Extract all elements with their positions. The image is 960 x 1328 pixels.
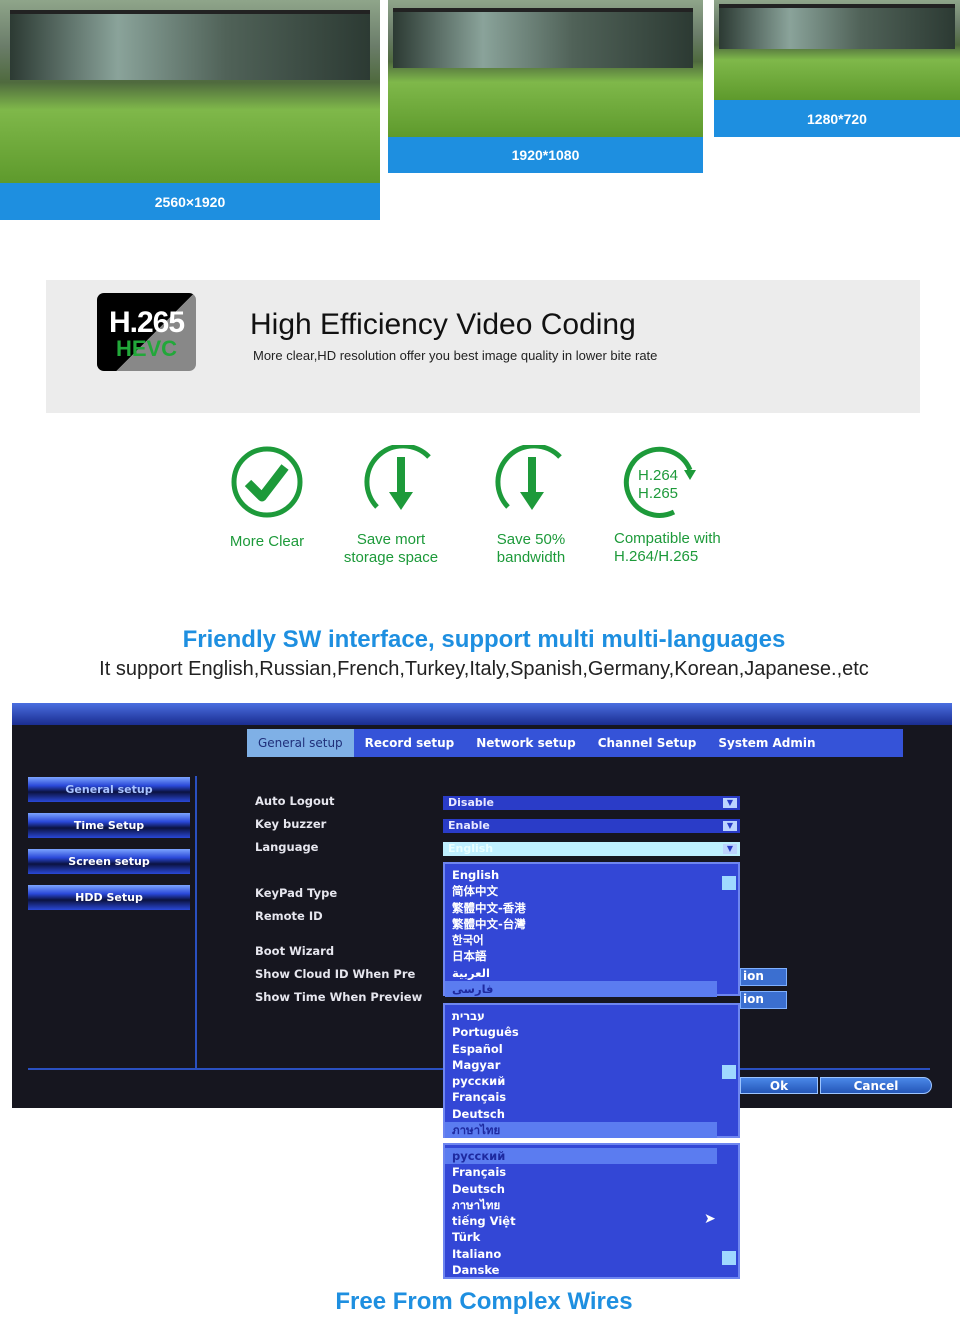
feature-label: More Clear [229,533,305,550]
cancel-button[interactable]: Cancel [820,1077,932,1094]
feature-label: Save mort storage space [343,531,439,566]
language-option[interactable]: 简体中文 [445,883,717,899]
chevron-down-icon: ▼ [723,821,737,831]
auto-logout-select[interactable]: Disable ▼ [443,796,740,810]
language-dropdown-list[interactable]: русский Français Deutsch ภาษาไทย tiếng V… [443,1143,740,1279]
language-dropdown-list[interactable]: English 简体中文 繁體中文-香港 繁體中文-台灣 한국어 日本語 الع… [443,862,740,998]
language-option[interactable]: 한국어 [445,932,717,948]
resolution-label: 1920*1080 [388,137,703,173]
scrollbar-thumb[interactable] [722,876,736,890]
auto-logout-label: Auto Logout [255,794,335,808]
language-option[interactable]: русский [445,1073,717,1089]
language-option[interactable]: English [445,867,717,883]
tab-record-setup[interactable]: Record setup [354,729,466,757]
chevron-down-icon: ▼ [723,798,737,808]
scrollbar-thumb[interactable] [722,1065,736,1079]
sw-heading: Friendly SW interface, support multi mul… [182,626,786,653]
tab-network-setup[interactable]: Network setup [465,729,586,757]
feature-label: Compatible with H.264/H.265 [614,530,721,565]
language-label: Language [255,840,319,854]
tab-system-admin[interactable]: System Admin [707,729,826,757]
tab-channel-setup[interactable]: Channel Setup [587,729,708,757]
sw-subheading: It support English,Russian,French,Turkey… [99,658,869,680]
language-option[interactable]: Français [445,1164,717,1180]
language-option[interactable]: Français [445,1089,717,1105]
keypad-type-label: KeyPad Type [255,886,338,900]
dvr-tabs: General setup Record setup Network setup… [247,729,903,757]
position-button[interactable]: ion [740,991,787,1009]
select-value: English [448,842,494,855]
select-value: Enable [448,819,490,832]
footer-heading: Free From Complex Wires [335,1288,633,1315]
key-buzzer-select[interactable]: Enable ▼ [443,819,740,833]
key-buzzer-label: Key buzzer [255,817,327,831]
language-option[interactable]: Türk [445,1229,717,1245]
resolution-label: 1280*720 [714,100,960,137]
language-option[interactable]: Deutsch [445,1181,717,1197]
remote-id-label: Remote ID [255,909,323,923]
down-arrow-circle-icon [495,445,562,510]
language-option[interactable]: العربية [445,965,717,981]
language-option[interactable]: עברית [445,1008,717,1024]
select-value: Disable [448,796,494,809]
language-dropdown-list[interactable]: עברית Português Español Magyar русский F… [443,1003,740,1139]
language-option[interactable]: русский [445,1148,717,1165]
show-time-label: Show Time When Preview [255,990,423,1004]
codec-text: H.265 [638,485,679,502]
language-option[interactable]: 繁體中文-台灣 [445,916,717,932]
photo-1280 [714,0,960,100]
language-option[interactable]: ภาษาไทย [445,1122,717,1139]
position-button[interactable]: ion [740,968,787,986]
language-option[interactable]: Deutsch [445,1106,717,1122]
sidebar-item-time-setup[interactable]: Time Setup [28,813,190,838]
logo-subtext: HEVC [115,336,178,361]
language-option[interactable]: ภาษาไทย [445,1197,717,1213]
feature-label: Save 50% bandwidth [496,531,566,566]
photo-2560 [0,0,380,183]
language-option[interactable]: Danske [445,1262,717,1278]
ok-button[interactable]: Ok [740,1077,818,1094]
logo-text: H.265 [108,306,185,339]
language-option[interactable]: Magyar [445,1057,717,1073]
chevron-down-icon: ▼ [723,844,737,854]
scrollbar-thumb[interactable] [722,1251,736,1265]
boot-wizard-label: Boot Wizard [255,944,335,958]
language-select[interactable]: English ▼ [443,842,740,856]
hevc-title: High Efficiency Video Coding [250,308,636,341]
resolution-label: 2560×1920 [0,183,380,220]
language-option[interactable]: 日本語 [445,948,717,964]
hevc-subtitle: More clear,HD resolution offer you best … [253,348,658,363]
language-option[interactable]: Português [445,1024,717,1040]
dvr-topbar [12,703,952,725]
divider [195,776,197,1068]
tab-general-setup[interactable]: General setup [247,729,354,757]
language-option[interactable]: Español [445,1041,717,1057]
down-arrow-circle-icon [364,445,431,510]
codec-text: H.264 [638,467,679,484]
sidebar-item-screen-setup[interactable]: Screen setup [28,849,190,874]
sidebar-item-general-setup[interactable]: General setup [28,777,190,802]
check-circle-icon [231,446,303,518]
language-option[interactable]: 繁體中文-香港 [445,900,717,916]
language-option[interactable]: فارسی [445,981,717,998]
show-cloud-id-label: Show Cloud ID When Pre [255,967,416,981]
photo-1920 [388,0,703,137]
sidebar-item-hdd-setup[interactable]: HDD Setup [28,885,190,910]
language-option[interactable]: Italiano [445,1246,717,1262]
mouse-cursor-icon: ➤ [704,1210,716,1226]
language-option[interactable]: tiếng Việt [445,1213,717,1229]
h265-logo: H.265 HEVC [97,293,196,371]
